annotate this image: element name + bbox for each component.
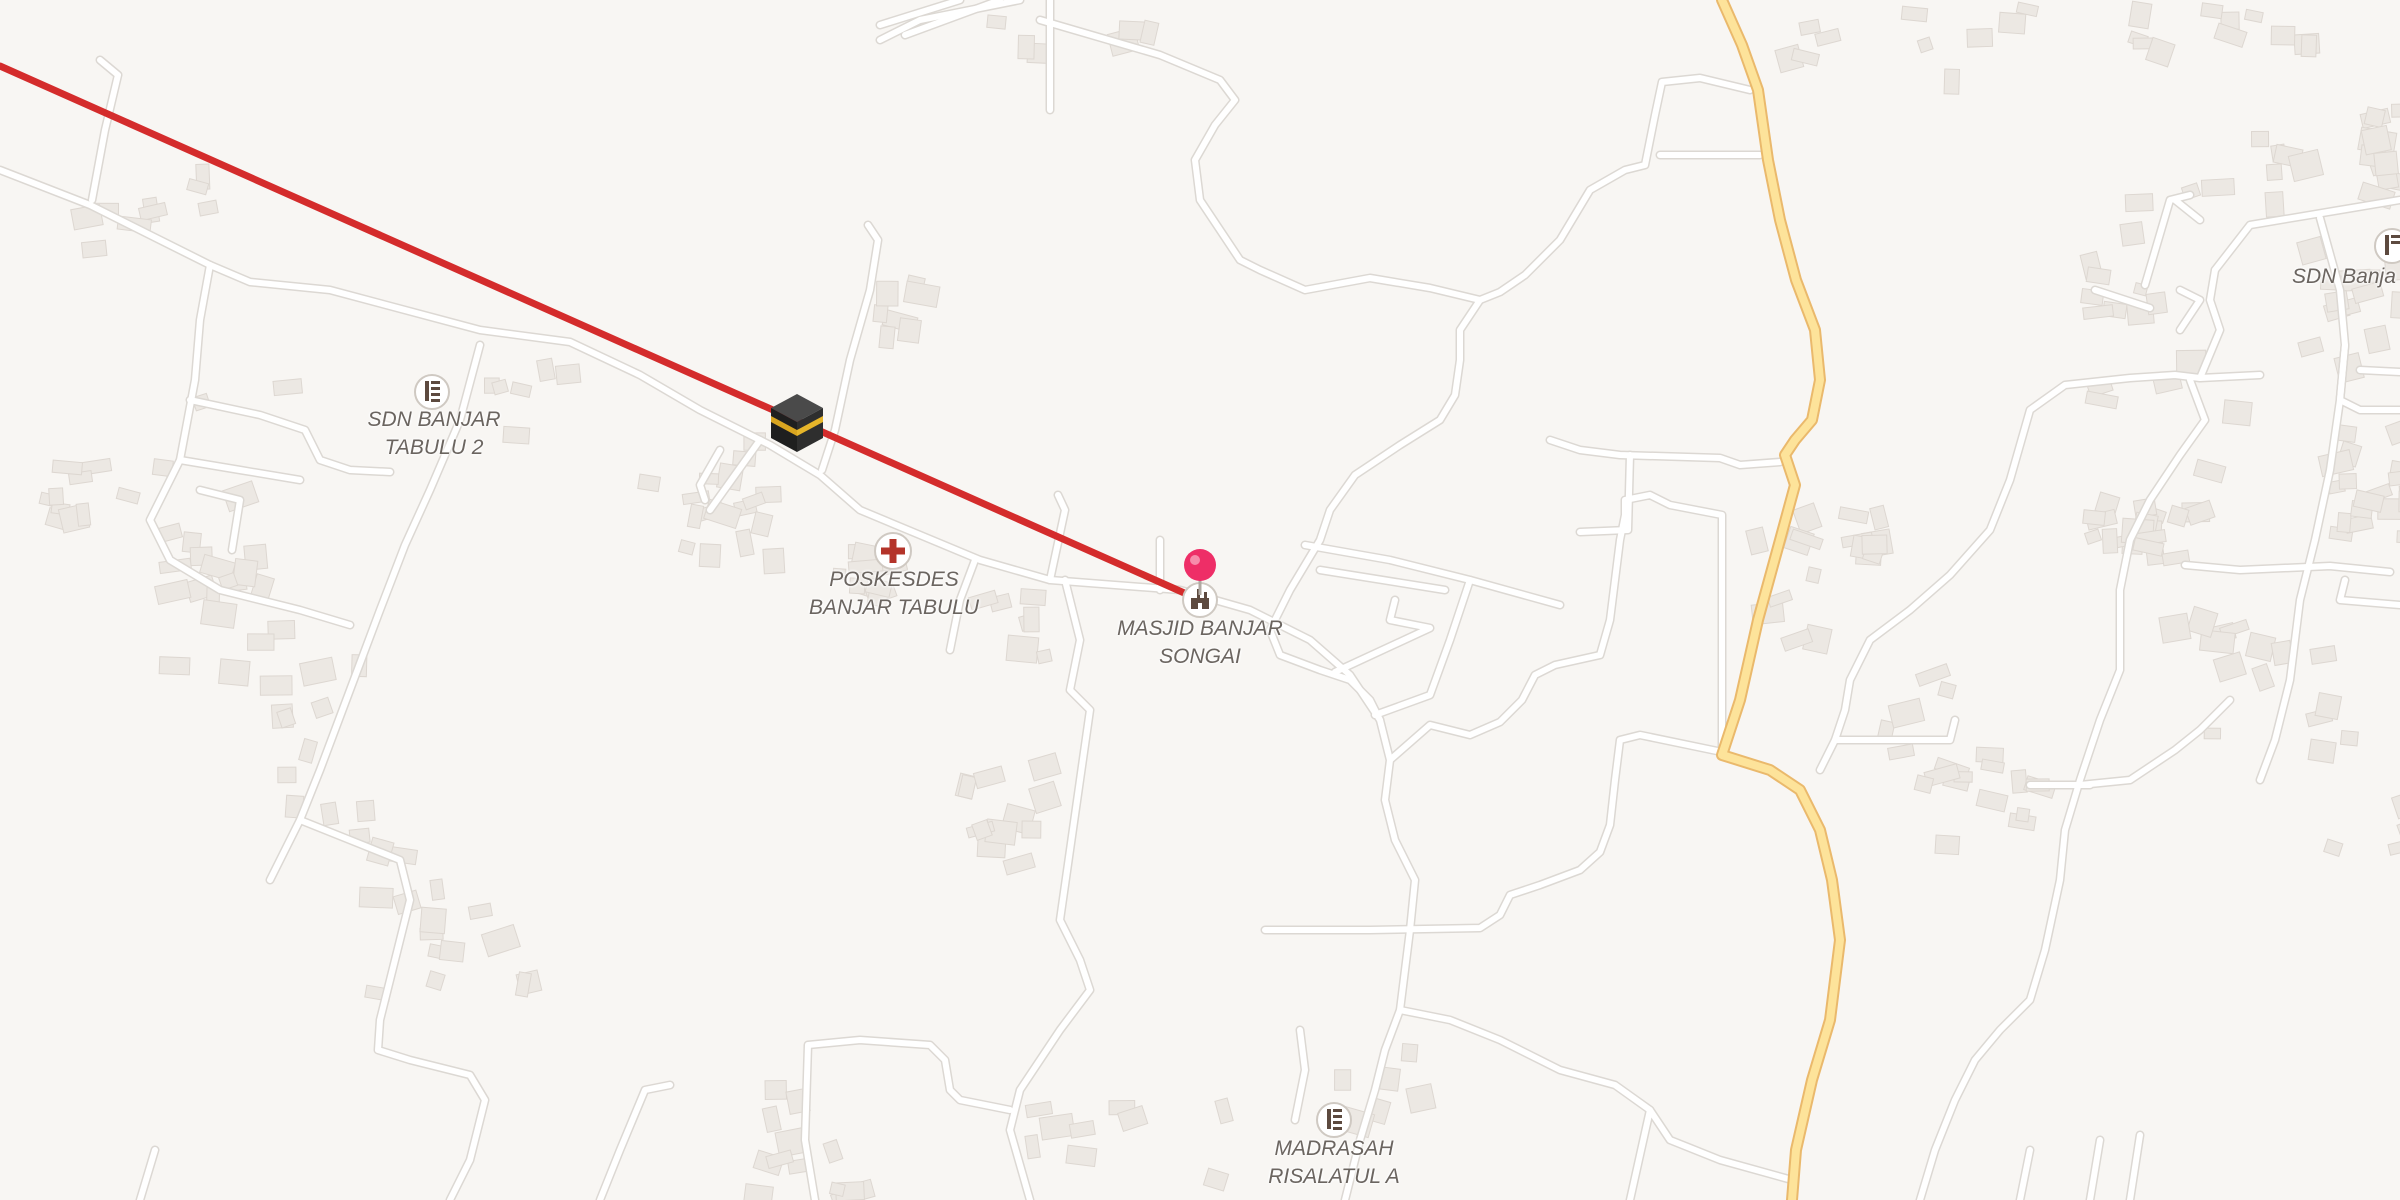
building — [878, 325, 896, 350]
building — [355, 799, 376, 823]
building — [2270, 25, 2296, 46]
building — [218, 658, 251, 687]
building — [2200, 2, 2224, 20]
building — [429, 878, 446, 901]
building — [2338, 473, 2358, 490]
building — [2300, 34, 2318, 58]
poi-label-masjid-banjar-songai[interactable]: MASJID BANJAR SONGAI — [1117, 615, 1283, 671]
medical-cross-icon[interactable] — [874, 532, 912, 570]
building — [2085, 266, 2112, 286]
building — [2387, 470, 2400, 487]
building — [2336, 512, 2352, 534]
building — [1024, 1134, 1041, 1160]
building — [158, 656, 191, 676]
building — [1005, 634, 1040, 664]
building — [48, 487, 65, 506]
building — [1934, 834, 1961, 856]
poi-label-madrasah-risalatul-a[interactable]: MADRASAH RISALATUL A — [1268, 1135, 1400, 1191]
building — [1035, 648, 1053, 665]
building — [1913, 774, 1935, 795]
building — [986, 14, 1007, 30]
school-icon[interactable] — [2374, 228, 2400, 264]
building — [2128, 0, 2153, 30]
building — [764, 1079, 787, 1101]
building — [2390, 103, 2400, 118]
building — [277, 766, 297, 784]
building — [502, 425, 531, 445]
building — [2309, 645, 2338, 665]
building — [1997, 11, 2027, 35]
building — [80, 239, 108, 259]
building — [876, 280, 899, 307]
building — [828, 1181, 846, 1198]
building — [2158, 612, 2192, 644]
building — [51, 459, 84, 476]
building — [1943, 68, 1961, 95]
building — [1019, 588, 1047, 607]
building — [698, 543, 722, 568]
school-icon[interactable] — [1316, 1102, 1352, 1138]
building — [2373, 150, 2399, 177]
building — [259, 675, 293, 696]
building — [1023, 606, 1040, 633]
building — [2360, 124, 2392, 156]
building — [197, 199, 219, 217]
building — [2200, 177, 2236, 197]
building — [272, 378, 304, 397]
building — [2101, 528, 2119, 554]
building — [1405, 1083, 1437, 1114]
building — [742, 1183, 774, 1200]
building — [536, 357, 556, 383]
building — [75, 502, 92, 527]
building — [2250, 130, 2270, 148]
building — [2119, 221, 2146, 247]
building — [2264, 191, 2285, 218]
building — [2082, 509, 2107, 527]
building — [320, 801, 340, 827]
building — [554, 363, 582, 386]
building — [1966, 28, 1994, 48]
building — [1017, 34, 1036, 60]
building — [200, 599, 238, 629]
poi-label-sdn-banja[interactable]: SDN Banja — [2292, 263, 2396, 291]
building — [358, 886, 394, 909]
building — [2363, 106, 2386, 129]
map-canvas[interactable] — [0, 0, 2400, 1200]
building — [762, 547, 786, 575]
building — [872, 304, 889, 324]
building — [2124, 193, 2154, 213]
building — [1021, 820, 1042, 839]
building — [896, 317, 922, 344]
building — [419, 906, 447, 935]
building — [2390, 291, 2400, 320]
building — [247, 633, 275, 651]
building — [1861, 534, 1888, 555]
school-icon[interactable] — [414, 374, 450, 410]
building — [2265, 163, 2283, 181]
building — [438, 939, 466, 963]
building — [637, 473, 662, 493]
poi-label-sdn-banjar-tabulu-2[interactable]: SDN BANJAR TABULU 2 — [367, 406, 500, 462]
building — [1805, 566, 1822, 584]
building — [1900, 5, 1929, 23]
building — [2307, 738, 2337, 764]
building — [1334, 1069, 1352, 1091]
building — [2244, 631, 2277, 663]
building — [1400, 1042, 1419, 1063]
poi-label-poskesdes-banjar-tabulu[interactable]: POSKESDES BANJAR TABULU — [809, 566, 979, 622]
building — [2221, 399, 2253, 427]
building — [2363, 324, 2391, 355]
building — [1065, 1144, 1098, 1168]
building — [2015, 807, 2031, 823]
building — [2339, 729, 2359, 747]
building — [2314, 692, 2343, 721]
